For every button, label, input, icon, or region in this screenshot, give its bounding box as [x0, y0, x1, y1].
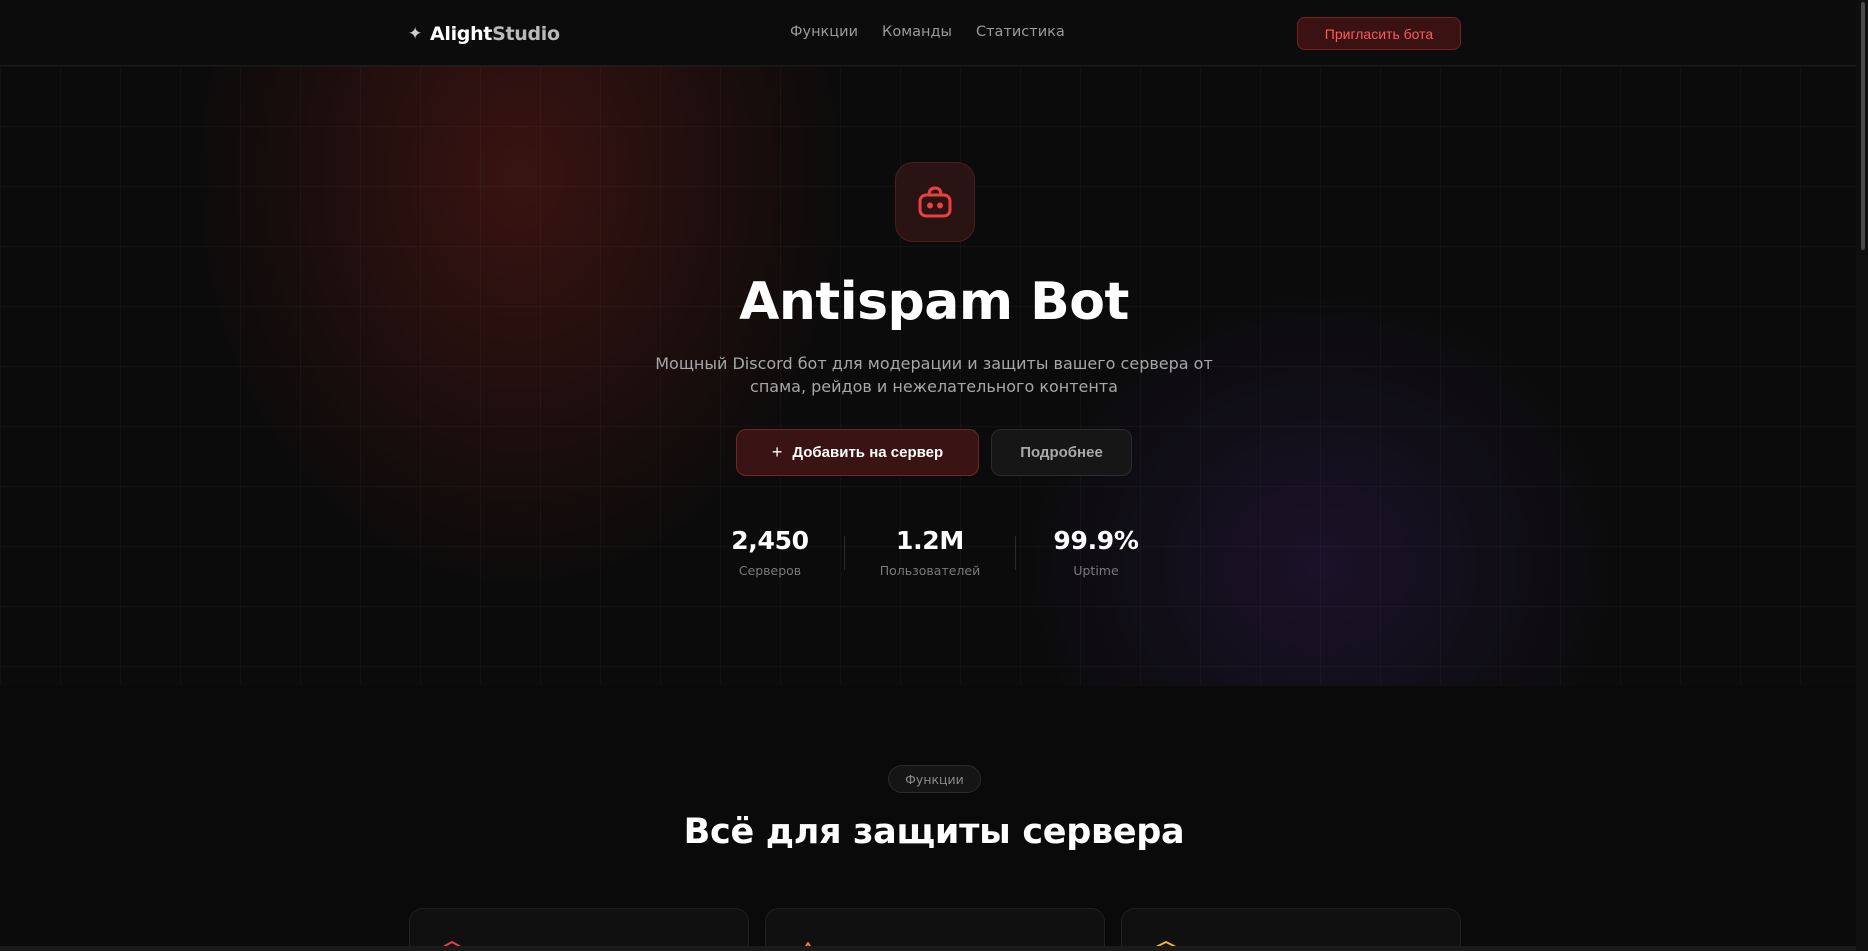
- page: ✦ AlightStudio Функции Команды Статистик…: [0, 0, 1868, 951]
- add-to-server-label: Добавить на сервер: [792, 444, 944, 461]
- sparkle-icon: ✦: [408, 24, 422, 44]
- feature-card: [1121, 908, 1461, 951]
- horizontal-scrollbar[interactable]: [0, 946, 1856, 951]
- nav-link-features[interactable]: Функции: [790, 24, 858, 40]
- stat-uptime: 99.9% Uptime: [1040, 526, 1152, 578]
- stat-divider: [1015, 536, 1016, 570]
- hero-subtitle-line1: Мощный Discord бот для модерации и защит…: [655, 354, 1213, 373]
- robot-icon-svg: [918, 186, 952, 218]
- logo[interactable]: ✦ AlightStudio: [408, 22, 560, 46]
- stat-value: 2,450: [731, 526, 809, 555]
- section-badge: Функции: [888, 765, 981, 793]
- vertical-scrollbar[interactable]: [1856, 0, 1868, 951]
- feature-card: [765, 908, 1105, 951]
- top-navigation: ✦ AlightStudio Функции Команды Статистик…: [0, 0, 1868, 66]
- stat-divider: [844, 536, 845, 570]
- invite-bot-button[interactable]: Пригласить бота: [1297, 17, 1461, 50]
- stat-label: Пользователей: [879, 563, 981, 578]
- nav-links: Функции Команды Статистика: [790, 24, 1065, 40]
- robot-icon: [895, 162, 975, 242]
- feature-card: [409, 908, 749, 951]
- scrollbar-thumb[interactable]: [1861, 2, 1865, 250]
- section-title: Всё для защиты сервера: [683, 812, 1185, 852]
- hero-subtitle: Мощный Discord бот для модерации и защит…: [634, 352, 1234, 398]
- stat-label: Uptime: [1073, 563, 1119, 578]
- add-to-server-button[interactable]: + Добавить на сервер: [736, 429, 979, 476]
- hero-subtitle-line2: спама, рейдов и нежелательного контента: [750, 377, 1118, 396]
- hero-title: Antispam Bot: [739, 272, 1129, 332]
- plus-icon: +: [771, 442, 783, 462]
- logo-text-primary: Alight: [429, 23, 493, 45]
- stats-row: 2,450 Серверов 1.2M Пользователей 99.9% …: [700, 526, 1168, 586]
- stat-users: 1.2M Пользователей: [868, 526, 992, 578]
- nav-link-commands[interactable]: Команды: [882, 24, 952, 40]
- stat-servers: 2,450 Серверов: [718, 526, 822, 578]
- stat-value: 1.2M: [896, 526, 964, 555]
- stat-label: Серверов: [738, 563, 802, 578]
- stat-value: 99.9%: [1053, 526, 1139, 555]
- logo-text-secondary: Studio: [492, 23, 560, 45]
- learn-more-button[interactable]: Подробнее: [991, 429, 1132, 476]
- nav-link-statistics[interactable]: Статистика: [976, 24, 1065, 40]
